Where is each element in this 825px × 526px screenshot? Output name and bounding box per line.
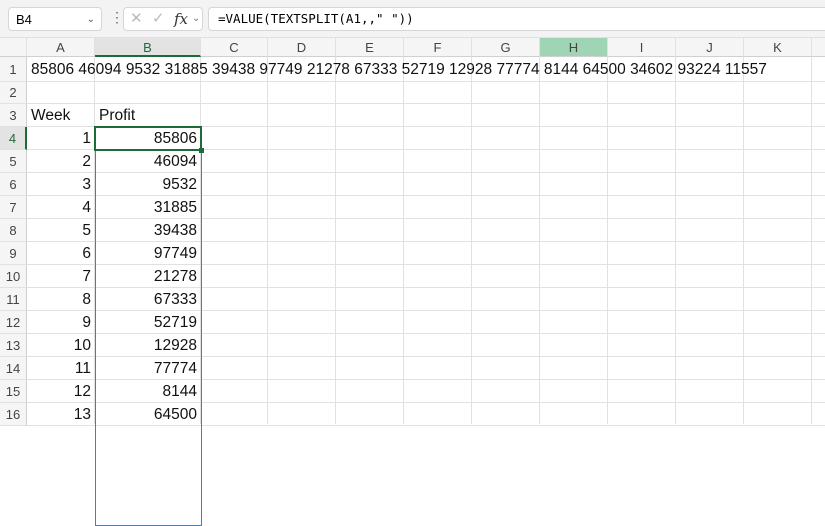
name-box-value: B4 xyxy=(16,12,32,27)
row-header-13[interactable]: 13 xyxy=(0,334,27,357)
week-cell[interactable]: 2 xyxy=(27,150,95,173)
row-header-2[interactable]: 2 xyxy=(0,82,27,104)
column-header-d[interactable]: D xyxy=(268,38,336,57)
week-cell[interactable]: 10 xyxy=(27,334,95,357)
active-cell-b4[interactable] xyxy=(94,126,202,151)
name-box[interactable]: B4 ⌄ xyxy=(8,7,102,31)
week-cell[interactable]: 13 xyxy=(27,403,95,426)
week-cell[interactable]: 1 xyxy=(27,127,95,150)
week-cell[interactable]: 7 xyxy=(27,265,95,288)
column-header-e[interactable]: E xyxy=(336,38,404,57)
row-header-5[interactable]: 5 xyxy=(0,150,27,173)
chevron-down-icon[interactable]: ⌄ xyxy=(87,8,95,32)
spreadsheet-grid[interactable]: A B C D E F G H I J K 1 2 3 4 5 6 7 8 9 10 11 12 13 14 15 16 85806 … xyxy=(0,38,825,526)
week-cell[interactable]: 8 xyxy=(27,288,95,311)
gridline xyxy=(27,103,825,104)
fx-icon[interactable]: fx xyxy=(174,8,188,30)
select-all-corner[interactable] xyxy=(0,38,27,57)
formula-input[interactable]: =VALUE(TEXTSPLIT(A1,," ")) xyxy=(208,7,825,31)
cell-a3[interactable]: Week xyxy=(27,104,74,127)
column-header-f[interactable]: F xyxy=(404,38,472,57)
row-header-6[interactable]: 6 xyxy=(0,173,27,196)
row-header-10[interactable]: 10 xyxy=(0,265,27,288)
week-cell[interactable]: 11 xyxy=(27,357,95,380)
x-icon[interactable]: ✕ xyxy=(130,8,143,30)
row-header-15[interactable]: 15 xyxy=(0,380,27,403)
row-header-4[interactable]: 4 xyxy=(0,127,27,150)
fill-handle[interactable] xyxy=(199,148,204,153)
cell-a1[interactable]: 85806 46094 9532 31885 39438 97749 21278… xyxy=(27,57,771,82)
formula-actions: ✕ ✓ fx ⌄ xyxy=(123,7,203,31)
row-header-1[interactable]: 1 xyxy=(0,57,27,82)
row-header-9[interactable]: 9 xyxy=(0,242,27,265)
chevron-down-icon[interactable]: ⌄ xyxy=(192,8,200,30)
row-header-3[interactable]: 3 xyxy=(0,104,27,127)
row-header-16[interactable]: 16 xyxy=(0,403,27,426)
week-cell[interactable]: 12 xyxy=(27,380,95,403)
row-header-11[interactable]: 11 xyxy=(0,288,27,311)
column-header-c[interactable]: C xyxy=(201,38,268,57)
row-header-7[interactable]: 7 xyxy=(0,196,27,219)
column-header-l[interactable] xyxy=(812,38,825,57)
formula-toolbar: B4 ⌄ ⋮ ✕ ✓ fx ⌄ =VALUE(TEXTSPLIT(A1,," ")… xyxy=(0,0,825,38)
column-header-j[interactable]: J xyxy=(676,38,744,57)
week-cell[interactable]: 6 xyxy=(27,242,95,265)
spill-range-border xyxy=(95,126,202,526)
row-header-8[interactable]: 8 xyxy=(0,219,27,242)
week-cell[interactable]: 4 xyxy=(27,196,95,219)
column-header-g[interactable]: G xyxy=(472,38,540,57)
more-options-icon[interactable]: ⋮ xyxy=(110,9,124,26)
column-header-a[interactable]: A xyxy=(27,38,95,57)
row-header-14[interactable]: 14 xyxy=(0,357,27,380)
column-header-b[interactable]: B xyxy=(95,38,201,57)
cell-b3[interactable]: Profit xyxy=(95,104,139,127)
check-icon[interactable]: ✓ xyxy=(152,8,165,30)
column-header-k[interactable]: K xyxy=(744,38,812,57)
week-cell[interactable]: 5 xyxy=(27,219,95,242)
week-cell[interactable]: 3 xyxy=(27,173,95,196)
column-header-h[interactable]: H xyxy=(540,38,608,57)
week-cell[interactable]: 9 xyxy=(27,311,95,334)
column-header-i[interactable]: I xyxy=(608,38,676,57)
row-header-12[interactable]: 12 xyxy=(0,311,27,334)
